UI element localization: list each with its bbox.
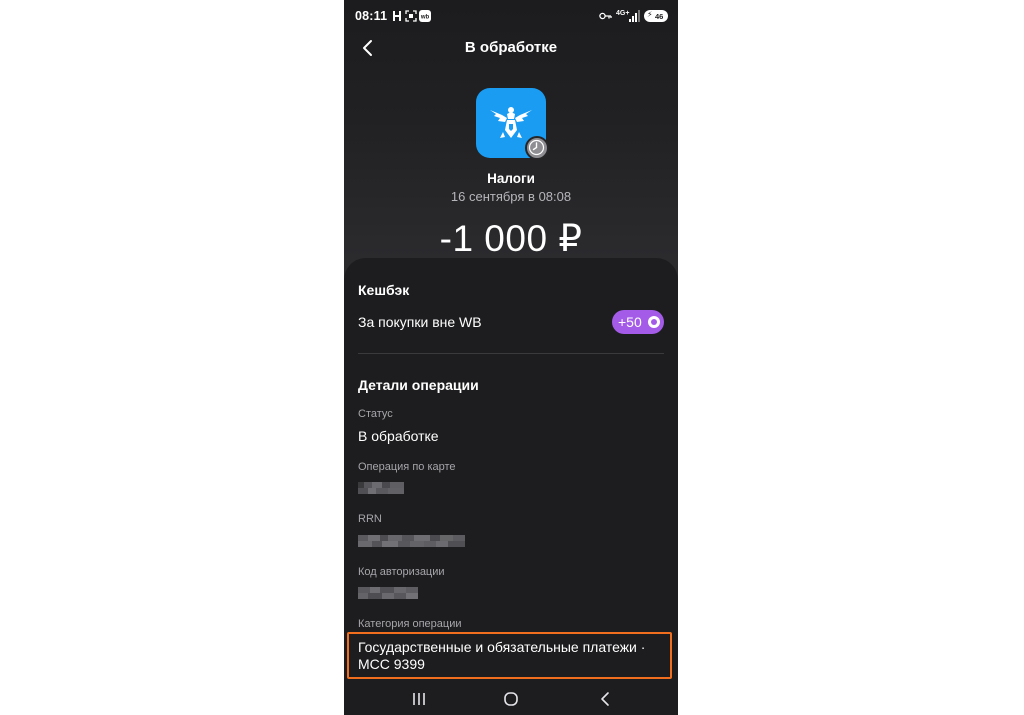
home-button[interactable] xyxy=(496,687,526,711)
chevron-left-icon xyxy=(363,40,372,56)
transaction-date: 16 сентября в 08:08 xyxy=(450,189,572,204)
coin-icon xyxy=(648,316,660,328)
back-button[interactable] xyxy=(356,36,380,60)
details-title: Детали операции xyxy=(358,377,479,393)
battery-icon: ⚡ 46 xyxy=(644,10,668,22)
recent-apps-button[interactable] xyxy=(404,687,434,711)
signal-h-icon xyxy=(393,11,401,21)
category-highlight-box xyxy=(347,632,672,679)
cashback-badge[interactable]: +50 xyxy=(612,310,664,334)
nav-back-icon xyxy=(601,692,609,706)
card-number-redacted xyxy=(358,482,404,494)
network-type: 4G+ xyxy=(616,10,630,17)
rrn-redacted xyxy=(358,535,465,547)
battery-level: 46 xyxy=(655,12,664,21)
status-label: Статус xyxy=(358,408,393,420)
phone-screen: 08:11 wb 4G+ ⚡ 46 В обработке Налоги 16 … xyxy=(344,0,678,715)
recent-apps-icon xyxy=(413,693,425,705)
page-title: В обработке xyxy=(464,39,558,56)
system-navigation-bar xyxy=(344,683,678,715)
status-value: В обработке xyxy=(358,428,439,444)
cashback-row-label: За покупки вне WB xyxy=(358,314,482,330)
wb-app-icon: wb xyxy=(419,10,431,22)
card-label: Операция по карте xyxy=(358,461,456,473)
pending-status-badge xyxy=(525,136,549,160)
clock-icon xyxy=(528,139,545,156)
divider xyxy=(358,353,664,354)
cashback-value: +50 xyxy=(618,314,642,330)
key-icon xyxy=(599,12,612,20)
system-back-button[interactable] xyxy=(590,687,620,711)
svg-text:wb: wb xyxy=(420,15,430,21)
signal-bars-icon xyxy=(629,10,640,22)
home-circle-icon xyxy=(504,692,518,706)
category-label: Категория операции xyxy=(358,618,462,630)
cashback-title: Кешбэк xyxy=(358,282,410,298)
status-bar: 08:11 wb 4G+ ⚡ 46 xyxy=(344,0,678,32)
rrn-label: RRN xyxy=(358,513,382,525)
screenshot-icon xyxy=(405,10,417,22)
auth-code-label: Код авторизации xyxy=(358,566,445,578)
transaction-amount: -1 000 ₽ xyxy=(439,218,583,259)
status-time: 08:11 xyxy=(355,9,388,23)
auth-code-redacted xyxy=(358,587,418,599)
merchant-name: Налоги xyxy=(487,171,535,186)
